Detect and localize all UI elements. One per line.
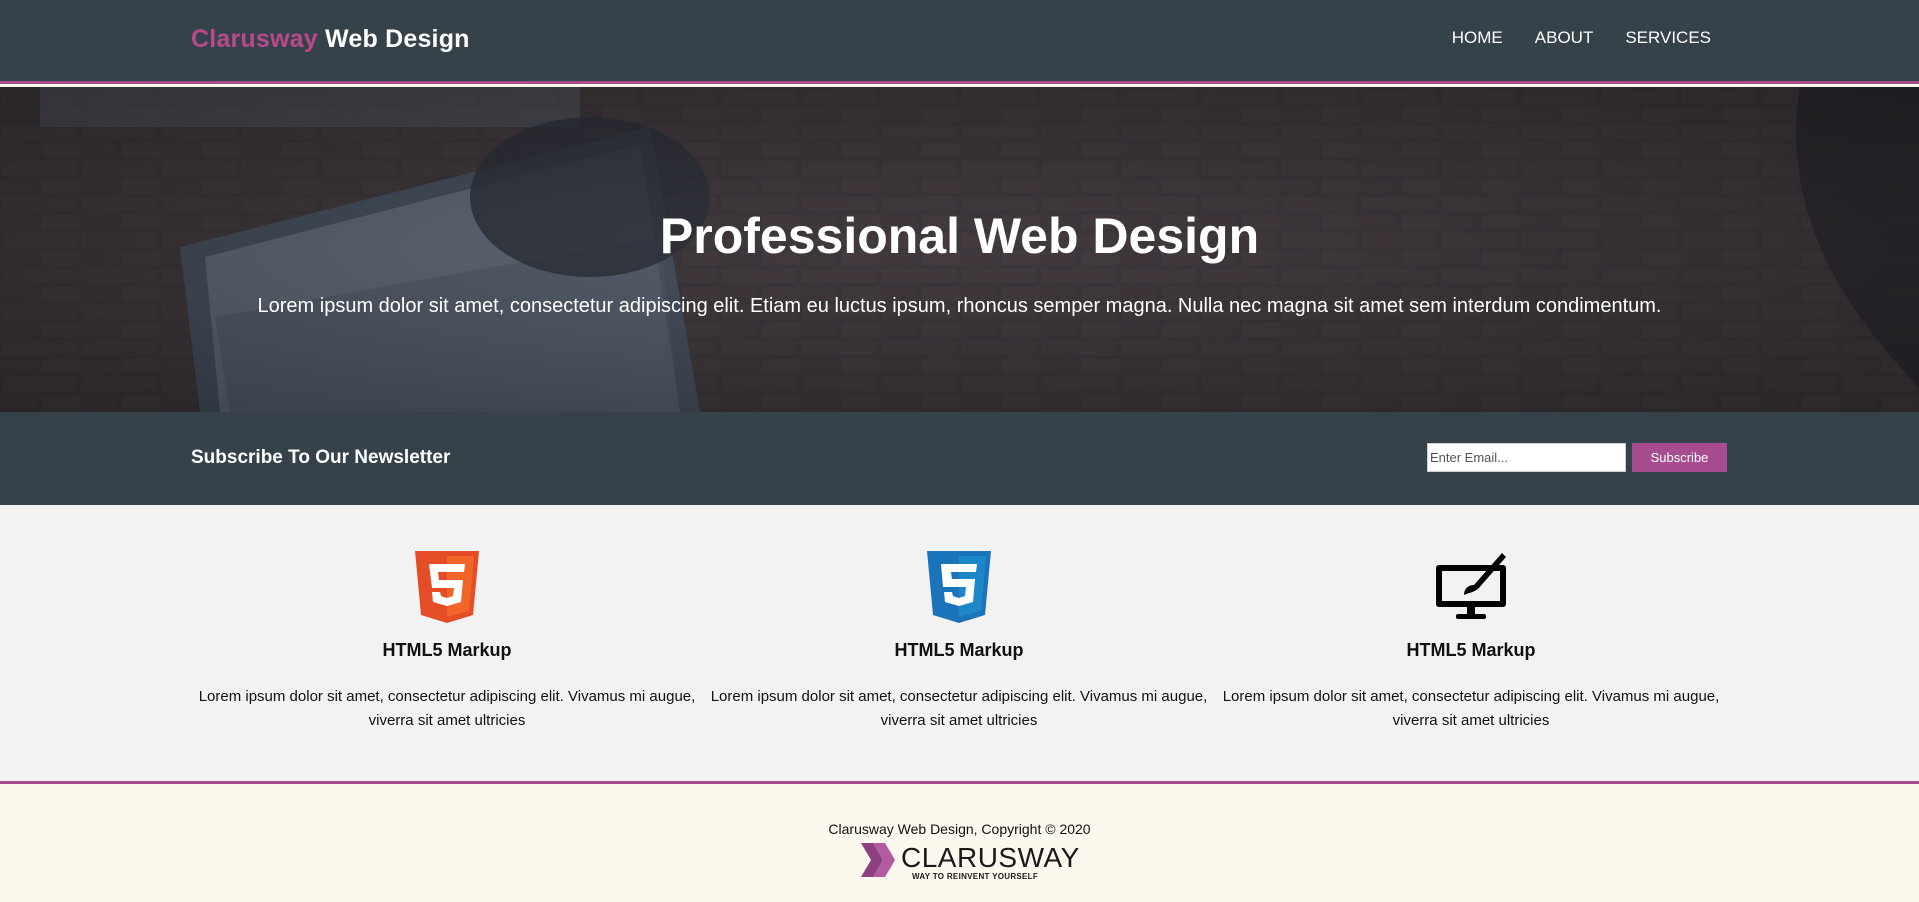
email-input[interactable] (1427, 443, 1626, 472)
logo-tagline: WAY TO REINVENT YOURSELF (912, 872, 1039, 881)
feature-title: HTML5 Markup (382, 640, 512, 660)
css3-icon (927, 551, 991, 623)
brand-logo[interactable]: Clarusway Web Design (191, 25, 470, 54)
chevron-logo-icon (861, 843, 895, 877)
features-section: HTML5 Markup Lorem ipsum dolor sit amet,… (0, 505, 1919, 784)
feature-box: HTML5 Markup Lorem ipsum dolor sit amet,… (197, 551, 697, 733)
site-footer: Clarusway Web Design, Copyright © 2020 C… (0, 787, 1919, 902)
feature-title: HTML5 Markup (894, 640, 1024, 660)
logo-wordmark: CLARUSWAY (901, 842, 1080, 873)
subscribe-button[interactable]: Subscribe (1632, 443, 1727, 472)
hero-title: Professional Web Design (659, 208, 1260, 264)
nav-about[interactable]: ABOUT (1535, 28, 1594, 48)
feature-title: HTML5 Markup (1406, 640, 1536, 660)
brand-rest: Web Design (317, 25, 470, 53)
nav-services[interactable]: SERVICES (1625, 28, 1711, 48)
brand-highlight: Clarusway (191, 25, 318, 53)
feature-text: Lorem ipsum dolor sit amet, consectetur … (710, 688, 1208, 729)
feature-box: HTML5 Markup Lorem ipsum dolor sit amet,… (1221, 551, 1721, 733)
feature-text: Lorem ipsum dolor sit amet, consectetur … (198, 688, 696, 729)
feature-box: HTML5 Markup Lorem ipsum dolor sit amet,… (709, 551, 1209, 733)
monitor-brush-icon (1436, 553, 1506, 619)
newsletter-title: Subscribe To Our Newsletter (191, 447, 451, 468)
newsletter-bar: Subscribe To Our Newsletter Subscribe (0, 412, 1919, 505)
clarusway-logo: CLARUSWAY WAY TO REINVENT YOURSELF (859, 839, 1079, 881)
hero-description: Lorem ipsum dolor sit amet, consectetur … (257, 295, 1662, 317)
html5-icon (415, 551, 479, 623)
site-header: Clarusway Web Design HOME ABOUT SERVICES (0, 0, 1919, 84)
main-nav: HOME ABOUT SERVICES (1452, 28, 1711, 48)
copyright-text: Clarusway Web Design, Copyright © 2020 (828, 821, 1091, 837)
hero-showcase: Professional Web Design Lorem ipsum dolo… (0, 87, 1919, 412)
feature-text: Lorem ipsum dolor sit amet, consectetur … (1222, 688, 1720, 729)
nav-home[interactable]: HOME (1452, 28, 1503, 48)
